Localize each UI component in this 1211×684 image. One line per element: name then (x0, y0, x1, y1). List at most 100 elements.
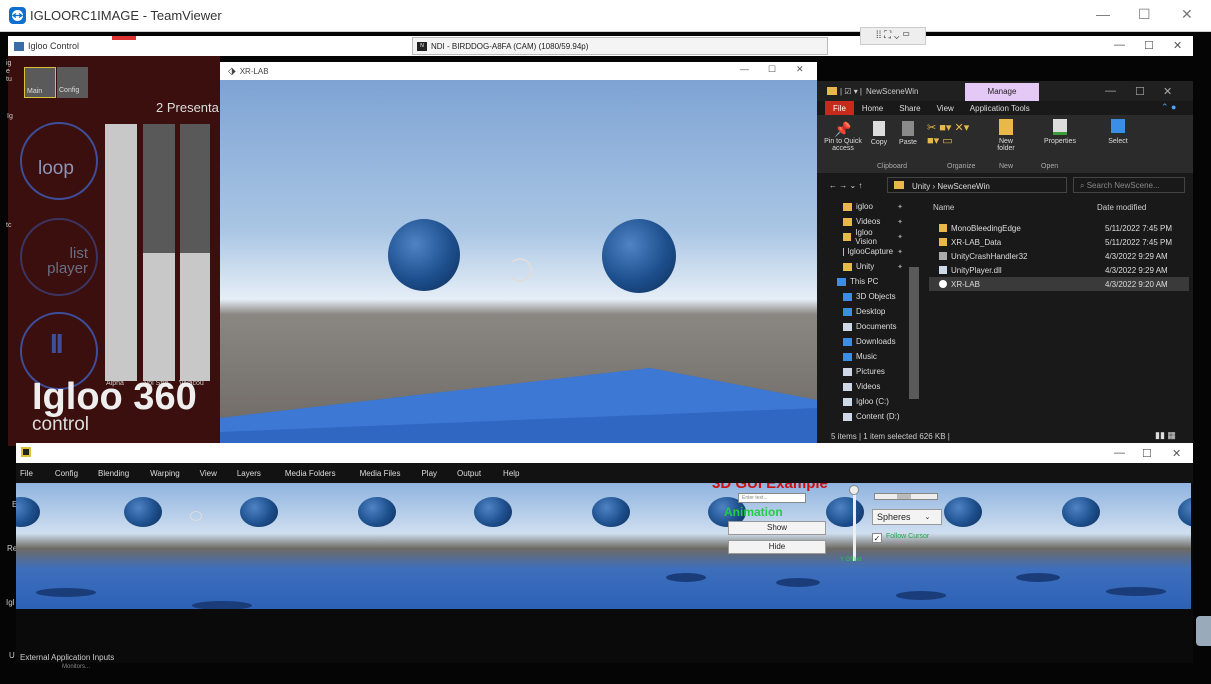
nav-item-label: igloo (856, 202, 873, 211)
address-part-unity: Unity (912, 182, 931, 191)
teamviewer-side-tab[interactable] (1196, 616, 1211, 646)
paste-button[interactable]: Paste (897, 121, 919, 146)
nav-item[interactable]: Igloo (C:) (817, 394, 921, 409)
volume-slider[interactable] (143, 124, 175, 381)
xrlab-window: ⬗ XR-LAB — ☐ ✕ (220, 62, 817, 458)
nav-item[interactable]: Pictures (817, 364, 921, 379)
main-close-button[interactable]: ✕ (1172, 447, 1181, 460)
column-name[interactable]: Name (933, 203, 954, 212)
side-text-4: Ig (7, 113, 13, 120)
pano-sphere (16, 497, 40, 527)
nav-item[interactable]: Documents (817, 319, 921, 334)
y-offset-slider-handle[interactable] (849, 485, 859, 495)
manage-tab[interactable]: Manage (965, 83, 1039, 101)
y-offset-slider-track[interactable] (853, 489, 856, 561)
xrlab-viewport[interactable] (220, 80, 817, 458)
help-icon[interactable]: ⌃ ● (1161, 102, 1176, 113)
new-folder-icon (999, 119, 1013, 135)
nav-arrows-icon[interactable]: ← → ⌄ ↑ (829, 181, 862, 190)
minimize-button[interactable]: — (1096, 6, 1110, 22)
alpha-slider[interactable] (105, 124, 137, 381)
folder-icon (843, 202, 852, 211)
panorama-viewport[interactable]: 3D GUI Example Enter text... Animation S… (16, 483, 1191, 609)
file-row[interactable]: UnityPlayer.dll 4/3/2022 9:29 AM (929, 263, 1189, 277)
file-row[interactable]: UnityCrashHandler32 4/3/2022 9:29 AM (929, 249, 1189, 263)
nav-item[interactable]: Videos (817, 379, 921, 394)
close-button[interactable]: ✕ (1181, 6, 1193, 23)
nav-item[interactable]: Igloo Vision ✦ (817, 228, 921, 246)
nav-item[interactable]: Music (817, 349, 921, 364)
quick-access-toolbar-icon[interactable]: | ☑ ▾ | (840, 87, 862, 96)
tab-config[interactable]: Config (57, 67, 88, 98)
new-folder-button[interactable]: New folder (991, 119, 1021, 152)
explorer-maximize-button[interactable]: ☐ (1135, 85, 1145, 98)
file-row[interactable]: XR-LAB_Data 5/11/2022 7:45 PM (929, 235, 1189, 249)
nav-scrollbar[interactable] (909, 267, 919, 399)
menu-view[interactable]: View (200, 469, 217, 478)
show-button[interactable]: Show (728, 521, 826, 535)
group-organize: Organize (947, 163, 976, 170)
select-label: Select (1108, 138, 1128, 145)
hide-button[interactable]: Hide (728, 540, 826, 554)
floor-hole (776, 578, 820, 587)
shape-dropdown[interactable]: Spheres ⌄ (872, 509, 942, 525)
file-row[interactable]: XR-LAB 4/3/2022 9:20 AM (929, 277, 1189, 291)
ribbon-tab-share[interactable]: Share (891, 101, 928, 116)
ribbon-tab-application-tools[interactable]: Application Tools (962, 101, 1038, 116)
nav-item[interactable]: IglooCapture ✦ (817, 244, 921, 259)
menu-play[interactable]: Play (421, 469, 437, 478)
search-box[interactable]: ⌕ Search NewScene... (1073, 177, 1185, 193)
nav-item-label: Igloo (C:) (856, 397, 889, 406)
pano-sphere (826, 497, 864, 527)
igc-maximize-button[interactable]: ☐ (1144, 39, 1154, 52)
nav-item[interactable]: 3D Objects (817, 289, 921, 304)
column-date-modified[interactable]: Date modified (1097, 203, 1146, 212)
view-toggle-icons[interactable]: ▮▮ ▦ (1155, 430, 1176, 441)
side-text-5: tc (6, 222, 12, 229)
nav-item[interactable]: igloo ✦ (817, 199, 921, 214)
igc-minimize-button[interactable]: — (1114, 39, 1125, 51)
maximize-button[interactable]: ☐ (1138, 6, 1151, 23)
nav-item[interactable]: Unity ✦ (817, 259, 921, 274)
menu-media-files[interactable]: Media Files (360, 469, 401, 478)
nav-item-label: Videos (856, 382, 881, 391)
explorer-close-button[interactable]: ✕ (1163, 85, 1172, 98)
vivacity-slider[interactable] (180, 124, 210, 381)
menu-help[interactable]: Help (503, 469, 519, 478)
menu-warping[interactable]: Warping (150, 469, 180, 478)
horizontal-slider[interactable] (874, 493, 938, 500)
gui-text-input[interactable]: Enter text... (738, 493, 806, 503)
menu-layers[interactable]: Layers (237, 469, 261, 478)
menu-file[interactable]: File (20, 469, 33, 478)
properties-button[interactable]: Properties (1043, 119, 1077, 145)
nav-item[interactable]: Downloads (817, 334, 921, 349)
follow-cursor-checkbox[interactable]: ✓ (872, 533, 882, 543)
main-minimize-button[interactable]: — (1114, 447, 1125, 459)
menu-config[interactable]: Config (55, 469, 78, 478)
nav-item[interactable]: Desktop (817, 304, 921, 319)
menu-output[interactable]: Output (457, 469, 481, 478)
horizontal-slider-handle[interactable] (897, 494, 911, 499)
menu-media-folders[interactable]: Media Folders (285, 469, 336, 478)
pin-button[interactable]: 📌 Pin to Quick access (823, 121, 863, 152)
ribbon-tab-view[interactable]: View (929, 101, 962, 116)
organize-icons[interactable]: ✂ ■▾ ✕▾ ■▾ ▭ (927, 121, 969, 147)
igc-close-button[interactable]: ✕ (1173, 39, 1182, 52)
main-maximize-button[interactable]: ☐ (1142, 447, 1152, 460)
nav-item[interactable]: Content (D:) (817, 409, 921, 424)
xrlab-minimize-button[interactable]: — (740, 64, 749, 74)
xrlab-close-button[interactable]: ✕ (796, 64, 804, 75)
copy-button[interactable]: Copy (869, 121, 889, 146)
teamviewer-toolbar-handle[interactable]: ⁞⁞ ⛶ ⌄ ▭ (860, 27, 926, 45)
ribbon-tab-file[interactable]: File (825, 100, 854, 116)
address-bar[interactable]: Unity › NewSceneWin (887, 177, 1067, 193)
nav-item[interactable]: This PC (817, 274, 921, 289)
ribbon-tab-home[interactable]: Home (854, 101, 891, 116)
explorer-minimize-button[interactable]: — (1105, 85, 1116, 97)
file-row[interactable]: MonoBleedingEdge 5/11/2022 7:45 PM (929, 221, 1189, 235)
right-sphere (602, 219, 676, 293)
select-button[interactable]: Select (1105, 119, 1131, 145)
xrlab-maximize-button[interactable]: ☐ (768, 64, 776, 75)
menu-blending[interactable]: Blending (98, 469, 129, 478)
tab-main[interactable]: Main (24, 67, 56, 98)
